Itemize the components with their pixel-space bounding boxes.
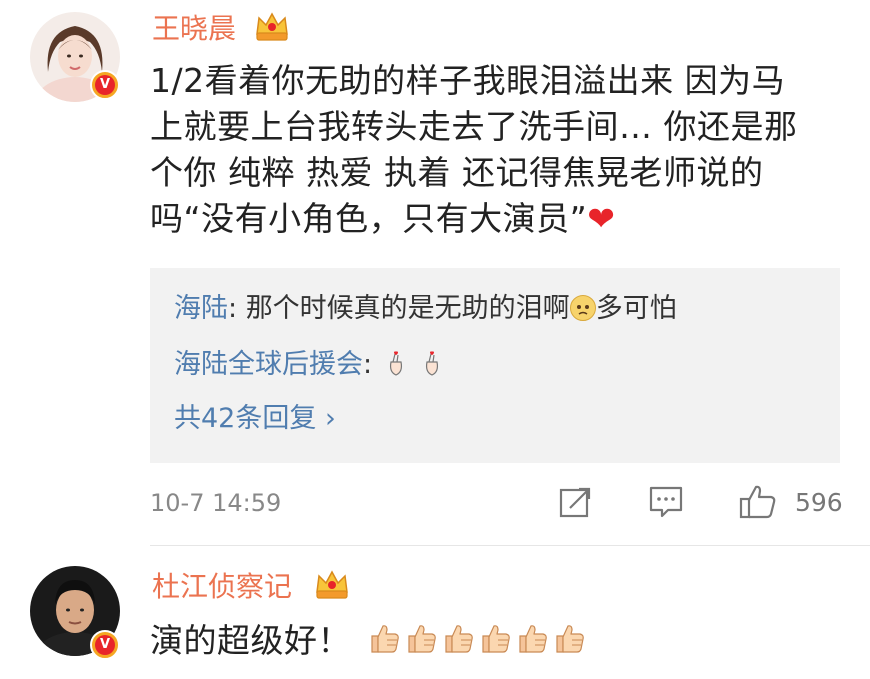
- timestamp: 10-7 14:59: [150, 489, 282, 517]
- comment-text-line: 上就要上台我转头走去了洗手间… 你还是那: [150, 107, 798, 146]
- comment-text-line: 1/2看着你无助的样子我眼泪溢出来 因为马: [150, 61, 786, 100]
- comment-text-line: 个你 纯粹 热爱 执着 还记得焦晃老师说的: [150, 153, 764, 192]
- replies-box[interactable]: 海陆: 那个时候真的是无助的泪啊 多可怕 海陆全球后援会: 共42条回复 ›: [150, 268, 840, 463]
- heart-icon: ❤: [587, 199, 616, 238]
- thumbs-up-icon: [442, 622, 475, 659]
- username[interactable]: 杜江侦察记: [152, 570, 292, 604]
- thumbs-up-icon: [405, 622, 438, 659]
- crown-icon: [316, 570, 348, 599]
- more-replies-link[interactable]: 共42条回复 ›: [174, 402, 336, 436]
- username[interactable]: 王晓晨: [152, 12, 236, 46]
- reply-item[interactable]: 海陆: 那个时候真的是无助的泪啊 多可怕: [174, 292, 677, 326]
- reply-author[interactable]: 海陆: [174, 293, 228, 324]
- thumbs-up-icon: [516, 622, 549, 659]
- share-icon[interactable]: [558, 484, 594, 520]
- thumbs-up-emojis: [368, 622, 586, 659]
- comment-item: V 王晓晨 1/2看着你无助的样子我眼泪溢出来 因为马 上就要上台我转头走去了洗…: [0, 0, 870, 545]
- thumbs-up-icon: [553, 622, 586, 659]
- reply-item[interactable]: 海陆全球后援会:: [174, 348, 443, 382]
- comment-text: 1/2看着你无助的样子我眼泪溢出来 因为马 上就要上台我转头走去了洗手间… 你还…: [150, 58, 850, 242]
- comment-icon[interactable]: [648, 484, 684, 520]
- like-count: 596: [795, 488, 843, 517]
- finger-heart-icon: [389, 351, 402, 376]
- comment-text-line: 吗“没有小角色，只有大演员”❤: [150, 199, 616, 238]
- verified-badge-icon: V: [90, 630, 120, 660]
- thumbs-up-icon: [368, 622, 401, 659]
- thumbs-up-icon: [479, 622, 512, 659]
- reply-author[interactable]: 海陆全球后援会: [174, 349, 363, 380]
- sad-face-icon: [569, 295, 596, 321]
- crown-icon: [256, 12, 288, 41]
- like-icon[interactable]: [738, 484, 778, 520]
- comment-item: V 杜江侦察记 演的超级好！: [0, 546, 870, 679]
- reply-text: 那个时候真的是无助的泪啊: [245, 293, 570, 324]
- finger-heart-icon: [426, 351, 439, 376]
- reply-text: 多可怕: [595, 293, 677, 324]
- comment-text: 演的超级好！: [150, 621, 351, 660]
- verified-badge-icon: V: [90, 70, 120, 100]
